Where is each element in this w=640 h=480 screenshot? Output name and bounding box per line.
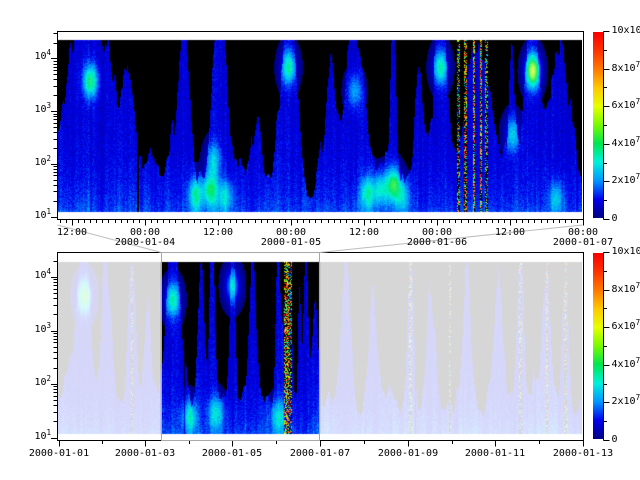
x-tick-date-label: 2000-01-13: [541, 448, 625, 460]
colorbar-tick-label: 2x107: [612, 175, 640, 187]
colorbar-tick-label: 10x107: [612, 246, 640, 258]
y-tick-label: 101: [13, 210, 51, 222]
x-tick-date-label: 2000-01-11: [453, 448, 537, 460]
x-tick-label: 12:00: [40, 227, 104, 239]
x-tick-label: 12:00: [186, 227, 250, 239]
x-tick-label: 12:00: [478, 227, 542, 239]
x-tick-date-label: 2000-01-07: [278, 448, 362, 460]
x-tick-date-label: 2000-01-03: [103, 448, 187, 460]
x-tick-label: 12:00: [332, 227, 396, 239]
colorbar-tick-label: 8x107: [612, 284, 640, 296]
x-tick-date-label: 2000-01-05: [249, 237, 333, 249]
x-tick-date-label: 2000-01-04: [103, 237, 187, 249]
y-tick-label: 102: [13, 377, 51, 389]
colorbar-tick-label: 0: [612, 213, 618, 225]
y-tick-label: 104: [13, 270, 51, 282]
colorbar-tick-label: 4x107: [612, 359, 640, 371]
x-tick-date-label: 2000-01-09: [366, 448, 450, 460]
x-tick-date-label: 2000-01-06: [395, 237, 479, 249]
x-tick-date-label: 2000-01-01: [17, 448, 101, 460]
context-spectrogram-canvas[interactable]: [58, 253, 582, 439]
colorbar-tick-label: 10x107: [612, 25, 640, 37]
colorbar-tick-label: 8x107: [612, 63, 640, 75]
colorbar-detail: [593, 32, 603, 218]
colorbar-context: [593, 253, 603, 439]
spectrogram-window: 12:0000:002000-01-0412:0000:002000-01-05…: [0, 0, 640, 480]
colorbar-tick-label: 0: [612, 434, 618, 446]
colorbar-tick-label: 6x107: [612, 321, 640, 333]
y-tick-label: 101: [13, 431, 51, 443]
y-tick-label: 102: [13, 157, 51, 169]
y-tick-label: 103: [13, 324, 51, 336]
y-tick-label: 103: [13, 104, 51, 116]
detail-spectrogram-canvas[interactable]: [58, 32, 582, 219]
colorbar-tick-label: 4x107: [612, 138, 640, 150]
colorbar-tick-label: 6x107: [612, 100, 640, 112]
colorbar-tick-label: 2x107: [612, 396, 640, 408]
x-tick-date-label: 2000-01-05: [190, 448, 274, 460]
y-tick-label: 104: [13, 51, 51, 63]
